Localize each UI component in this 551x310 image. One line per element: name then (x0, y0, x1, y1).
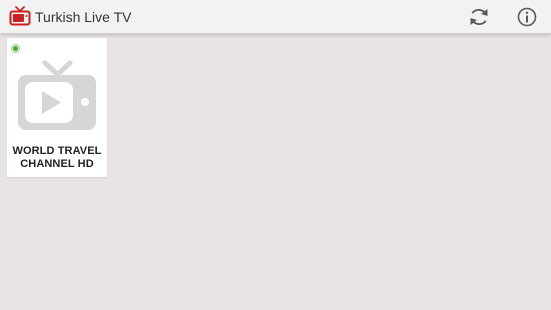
action-bar: Turkish Live TV (0, 0, 551, 34)
online-status-icon (11, 44, 20, 53)
tv-icon (9, 6, 31, 26)
channel-card[interactable]: WORLD TRAVEL CHANNEL HD (7, 38, 107, 177)
refresh-icon[interactable] (467, 5, 491, 29)
tv-play-icon (18, 60, 96, 130)
info-icon[interactable] (515, 5, 539, 29)
channel-name: WORLD TRAVEL CHANNEL HD (12, 145, 102, 170)
app-title: Turkish Live TV (35, 9, 132, 25)
channel-grid: WORLD TRAVEL CHANNEL HD (0, 34, 551, 310)
